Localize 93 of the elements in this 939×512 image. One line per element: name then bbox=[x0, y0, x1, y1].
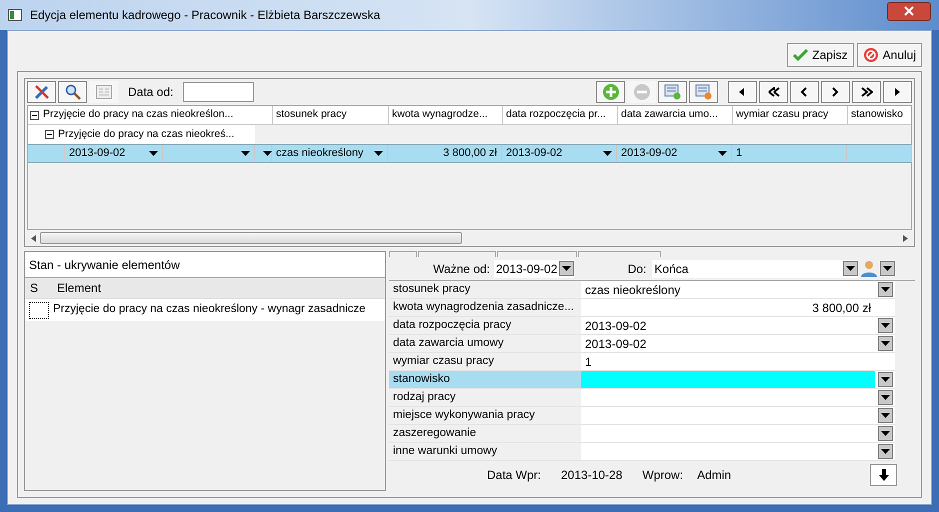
scroll-left-icon[interactable] bbox=[31, 234, 36, 242]
dropdown-button[interactable] bbox=[878, 444, 892, 459]
dropdown-button[interactable] bbox=[878, 336, 892, 351]
close-icon bbox=[904, 6, 914, 16]
tree-node[interactable]: Przyjęcie do pracy na czas nieokreślon... bbox=[28, 106, 255, 124]
caret-icon bbox=[880, 449, 890, 454]
minus-icon bbox=[632, 83, 650, 101]
caret-icon bbox=[880, 413, 890, 418]
document-minus-icon bbox=[694, 84, 712, 100]
scroll-down-button[interactable] bbox=[870, 464, 897, 486]
column-header[interactable]: stosunek pracy bbox=[272, 106, 388, 124]
date-from-label: Data od: bbox=[128, 84, 174, 101]
caret-icon bbox=[880, 377, 890, 382]
remove-record-button[interactable] bbox=[689, 81, 718, 103]
search-button[interactable] bbox=[58, 81, 87, 103]
dropdown-button[interactable] bbox=[878, 282, 892, 297]
dropdown-button[interactable] bbox=[878, 408, 892, 423]
valid-from-label: Ważne od: bbox=[432, 260, 491, 278]
caret-icon[interactable] bbox=[374, 151, 383, 156]
table-cell: 3 800,00 zł bbox=[388, 145, 502, 162]
close-button[interactable] bbox=[887, 2, 931, 20]
prohibited-icon bbox=[862, 47, 879, 63]
fast-forward-button[interactable] bbox=[852, 81, 881, 103]
combo-cell[interactable]: czas nieokreślony bbox=[272, 145, 388, 162]
combo-cell[interactable]: 2013-09-02 bbox=[502, 145, 617, 162]
caret-icon[interactable] bbox=[603, 151, 612, 156]
table-cell: 1 bbox=[732, 145, 847, 162]
save-button[interactable]: Zapisz bbox=[787, 43, 854, 67]
caret-icon[interactable] bbox=[149, 151, 158, 156]
dropdown-button[interactable] bbox=[843, 261, 858, 276]
caret-icon bbox=[880, 287, 890, 292]
dropdown-button[interactable] bbox=[878, 426, 892, 441]
first-button[interactable] bbox=[728, 81, 757, 103]
column-header[interactable]: S bbox=[25, 278, 53, 298]
cancel-button[interactable]: Anuluj bbox=[856, 43, 922, 67]
column-header[interactable]: data zawarcia umo... bbox=[617, 106, 732, 124]
dropdown-button[interactable] bbox=[880, 261, 895, 276]
table-row[interactable]: 2013-09-02 czas nieokreślony 3 800,00 zł 2013-09-02 2013-09-02 1 bbox=[28, 144, 911, 163]
checkmark-icon bbox=[793, 49, 808, 61]
dropdown-button[interactable] bbox=[559, 261, 574, 276]
fast-back-button[interactable] bbox=[759, 81, 788, 103]
combo-cell[interactable]: 2013-09-02 bbox=[65, 145, 163, 162]
combo-cell[interactable]: 2013-09-02 bbox=[617, 145, 732, 162]
property-label: stanowisko bbox=[389, 371, 581, 388]
element-label: Przyjęcie do pracy na czas nieokreślony - wynagr zasadnicze bbox=[53, 302, 366, 318]
double-chevron-right-icon bbox=[860, 87, 872, 97]
dropdown-button[interactable] bbox=[878, 318, 892, 333]
panel-title: Stan - ukrywanie elementów bbox=[25, 252, 385, 278]
search-icon bbox=[64, 84, 80, 100]
dropdown-button[interactable] bbox=[878, 372, 892, 387]
column-header[interactable]: kwota wynagrodze... bbox=[388, 106, 502, 124]
entered-by: Admin bbox=[697, 467, 732, 484]
column-header[interactable]: wymiar czasu pracy bbox=[732, 106, 847, 124]
caret-icon bbox=[883, 266, 892, 271]
plus-icon bbox=[602, 83, 620, 101]
settings-button[interactable] bbox=[27, 81, 56, 103]
caret-icon[interactable] bbox=[241, 151, 250, 156]
caret-icon bbox=[880, 323, 890, 328]
add-record-button[interactable] bbox=[658, 81, 687, 103]
caret-icon bbox=[880, 431, 890, 436]
caret-icon[interactable] bbox=[263, 151, 272, 156]
collapse-icon[interactable] bbox=[30, 110, 39, 120]
last-button[interactable] bbox=[883, 81, 912, 103]
dropdown-button[interactable] bbox=[878, 390, 892, 405]
valid-to-label: Do: bbox=[626, 260, 648, 278]
valid-to-field[interactable]: Końca bbox=[652, 260, 858, 278]
window-title: Edycja elementu kadrowego - Pracownik - Elżbieta Barszczewska bbox=[30, 7, 382, 24]
document-plus-icon bbox=[664, 84, 682, 100]
down-arrow-icon bbox=[878, 469, 888, 481]
valid-from-field[interactable]: 2013-09-02 bbox=[494, 260, 574, 278]
column-header[interactable]: stanowisko bbox=[847, 106, 912, 124]
double-chevron-left-icon bbox=[768, 87, 780, 97]
tree-node[interactable]: Przyjęcie do pracy na czas nieokreś... bbox=[28, 125, 255, 144]
app-icon bbox=[8, 9, 22, 21]
caret-icon bbox=[562, 266, 572, 271]
caret-icon bbox=[880, 395, 890, 400]
column-header[interactable]: data rozpoczęcia pr... bbox=[502, 106, 617, 124]
caret-icon[interactable] bbox=[718, 151, 727, 156]
forward-button[interactable] bbox=[821, 81, 850, 103]
entry-date: 2013-10-28 bbox=[561, 467, 622, 484]
collapse-icon[interactable] bbox=[45, 130, 54, 139]
date-from-field[interactable] bbox=[183, 82, 254, 102]
caret-icon bbox=[846, 266, 855, 271]
column-header[interactable]: Element bbox=[53, 278, 385, 298]
add-button[interactable] bbox=[596, 81, 625, 103]
scroll-right-icon[interactable] bbox=[903, 234, 908, 242]
caret-icon bbox=[880, 341, 890, 346]
tools-icon bbox=[32, 83, 50, 101]
entry-date-label: Data Wpr: bbox=[486, 467, 541, 484]
entered-by-label: Wprow: bbox=[642, 467, 684, 484]
scrollbar-thumb[interactable] bbox=[40, 232, 462, 244]
back-button[interactable] bbox=[790, 81, 819, 103]
checkbox[interactable] bbox=[29, 302, 49, 318]
